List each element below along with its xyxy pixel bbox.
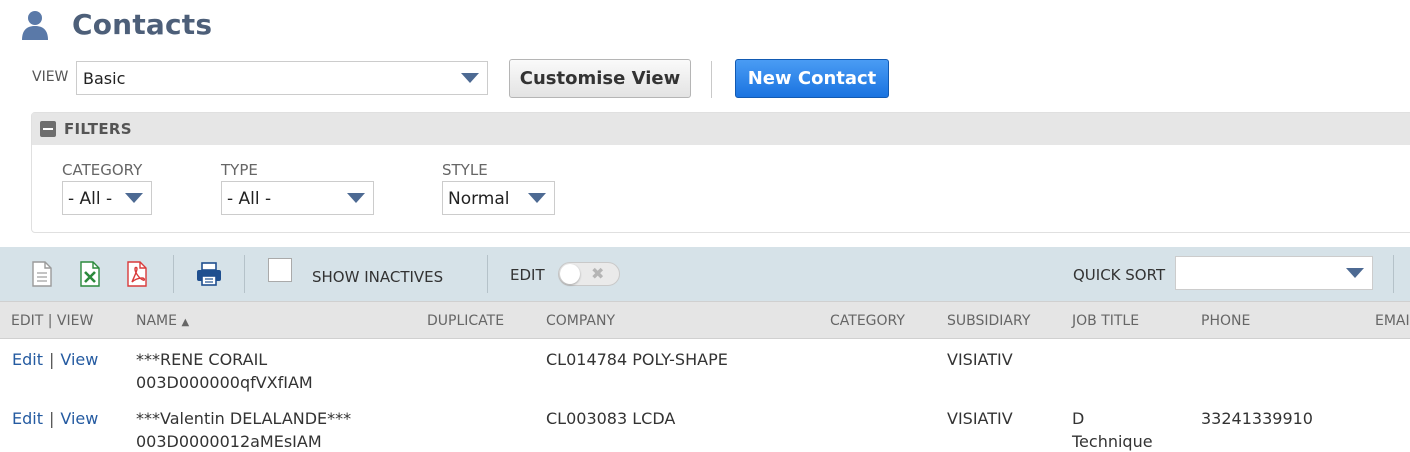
collapse-icon xyxy=(40,121,56,137)
filters-toggle[interactable]: FILTERS xyxy=(32,113,1410,145)
contact-name-text: ***RENE CORAIL xyxy=(136,350,268,369)
contact-phone: 33241339910 xyxy=(1201,409,1313,428)
print-icon[interactable] xyxy=(195,261,223,287)
person-icon xyxy=(22,11,48,40)
view-label: VIEW xyxy=(32,69,69,85)
quick-sort-select[interactable] xyxy=(1175,256,1373,290)
contact-name: ***RENE CORAIL 003D000000qfVXfIAM xyxy=(136,348,313,394)
chevron-down-icon xyxy=(125,193,143,203)
show-inactives-label: SHOW INACTIVES xyxy=(312,268,444,286)
col-name-label: NAME xyxy=(136,313,177,329)
table-row: Edit | View ***Valentin DELALANDE*** 003D00… xyxy=(0,398,1410,452)
col-job-title[interactable]: JOB TITLE xyxy=(1072,313,1139,329)
style-filter-value: Normal xyxy=(448,189,510,209)
toggle-knob xyxy=(560,264,580,284)
col-subsidiary[interactable]: SUBSIDIARY xyxy=(947,313,1030,329)
filters-title: FILTERS xyxy=(64,120,132,138)
view-link[interactable]: View xyxy=(60,350,98,369)
contact-id: 003D0000012aMEsIAM xyxy=(136,432,322,451)
new-contact-button[interactable]: New Contact xyxy=(735,59,889,98)
category-filter-select[interactable]: - All - xyxy=(62,181,152,215)
toolbar-divider xyxy=(173,255,174,293)
divider xyxy=(711,61,712,98)
separator: | xyxy=(48,350,55,369)
table-row: Edit | View ***RENE CORAIL 003D000000qfVXfI… xyxy=(0,339,1410,399)
table-header: EDIT | VIEW NAME ▲ DUPLICATE COMPANY CAT… xyxy=(0,301,1410,339)
contact-company: CL014784 POLY-SHAPE xyxy=(546,350,728,369)
col-email[interactable]: EMAIL xyxy=(1375,313,1410,329)
contact-name: ***Valentin DELALANDE*** 003D0000012aMEsI… xyxy=(136,407,351,452)
toolbar-divider xyxy=(487,255,488,293)
col-phone[interactable]: PHONE xyxy=(1201,313,1250,329)
edit-mode-label: EDIT xyxy=(510,266,545,284)
export-excel-icon[interactable] xyxy=(78,261,102,287)
contact-company: CL003083 LCDA xyxy=(546,409,676,428)
toolbar-divider xyxy=(244,255,245,293)
customise-view-button[interactable]: Customise View xyxy=(509,59,691,98)
col-company[interactable]: COMPANY xyxy=(546,313,615,329)
export-csv-icon[interactable] xyxy=(30,261,54,287)
list-toolbar: SHOW INACTIVES EDIT ✖ QUICK SORT xyxy=(0,247,1410,301)
row-actions: Edit | View xyxy=(12,407,98,430)
job-title-line: Technique xyxy=(1072,432,1153,451)
separator: | xyxy=(48,409,55,428)
type-filter-select[interactable]: - All - xyxy=(221,181,374,215)
view-link[interactable]: View xyxy=(60,409,98,428)
row-actions: Edit | View xyxy=(12,348,98,371)
chevron-down-icon xyxy=(1346,268,1364,278)
contact-job-title: D Technique xyxy=(1072,407,1153,452)
sort-ascending-icon: ▲ xyxy=(181,317,190,328)
show-inactives-checkbox[interactable] xyxy=(268,258,292,282)
quick-sort-label: QUICK SORT xyxy=(1073,266,1166,284)
page-header: Contacts xyxy=(18,4,212,44)
contact-subsidiary: VISIATIV xyxy=(947,350,1013,369)
type-filter-label: TYPE xyxy=(221,161,258,179)
col-name[interactable]: NAME ▲ xyxy=(136,313,189,329)
export-pdf-icon[interactable] xyxy=(125,261,149,287)
edit-link[interactable]: Edit xyxy=(12,409,43,428)
type-filter-value: - All - xyxy=(227,189,272,209)
contact-id: 003D000000qfVXfIAM xyxy=(136,373,313,392)
edit-link[interactable]: Edit xyxy=(12,350,43,369)
style-filter-label: STYLE xyxy=(442,161,488,179)
edit-mode-toggle[interactable]: ✖ xyxy=(558,262,620,286)
category-filter-label: CATEGORY xyxy=(62,161,143,179)
job-title-line: D xyxy=(1072,409,1085,428)
col-duplicate[interactable]: DUPLICATE xyxy=(427,313,504,329)
col-category[interactable]: CATEGORY xyxy=(830,313,905,329)
contact-subsidiary: VISIATIV xyxy=(947,409,1013,428)
view-select[interactable]: Basic xyxy=(76,61,488,95)
category-filter-value: - All - xyxy=(68,189,113,209)
style-filter-select[interactable]: Normal xyxy=(442,181,555,215)
view-select-value: Basic xyxy=(83,69,126,88)
filters-panel: FILTERS CATEGORY - All - TYPE - All - ST… xyxy=(31,112,1410,233)
chevron-down-icon xyxy=(347,193,365,203)
close-icon: ✖ xyxy=(591,264,605,283)
col-edit-view: EDIT | VIEW xyxy=(11,313,94,329)
chevron-down-icon xyxy=(528,193,546,203)
toolbar-divider xyxy=(1393,255,1394,293)
page-title: Contacts xyxy=(72,7,213,41)
contact-name-text: ***Valentin DELALANDE*** xyxy=(136,409,352,428)
chevron-down-icon xyxy=(461,73,479,83)
